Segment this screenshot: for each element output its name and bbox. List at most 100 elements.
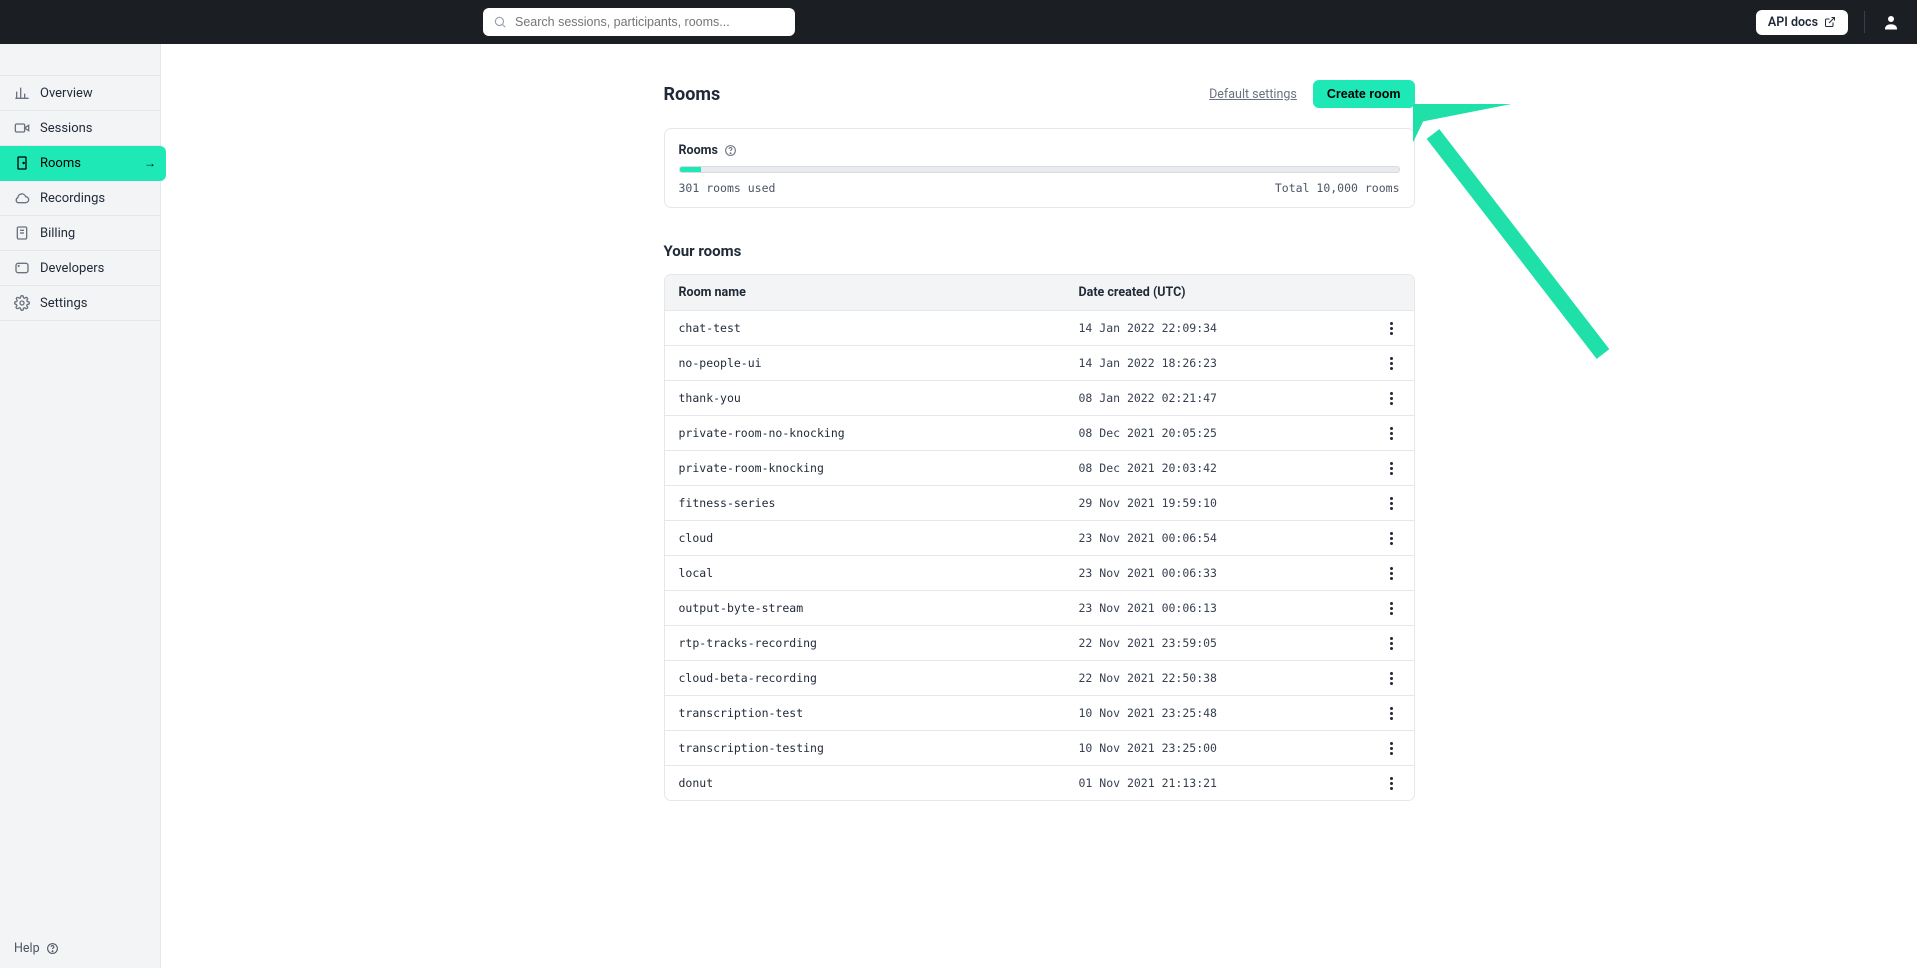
search-input[interactable] — [515, 15, 785, 29]
row-menu-button[interactable] — [1384, 635, 1400, 651]
row-menu-button[interactable] — [1384, 740, 1400, 756]
annotation-arrow-icon — [1413, 104, 1613, 364]
external-link-icon — [1824, 16, 1836, 28]
row-menu-button[interactable] — [1384, 670, 1400, 686]
cloud-icon — [14, 190, 30, 206]
row-menu-button[interactable] — [1384, 530, 1400, 546]
table-row[interactable]: donut 01 Nov 2021 21:13:21 — [665, 766, 1414, 800]
room-name: transcription-test — [679, 706, 1079, 720]
api-docs-button[interactable]: API docs — [1756, 10, 1848, 35]
table-row[interactable]: chat-test 14 Jan 2022 22:09:34 — [665, 311, 1414, 346]
room-name: thank-you — [679, 391, 1079, 405]
room-name: donut — [679, 776, 1079, 790]
topbar-divider — [1864, 11, 1865, 33]
room-name: cloud-beta-recording — [679, 671, 1079, 685]
info-icon[interactable] — [724, 144, 737, 157]
room-date: 08 Dec 2021 20:03:42 — [1079, 461, 1359, 475]
table-row[interactable]: rtp-tracks-recording 22 Nov 2021 23:59:0… — [665, 626, 1414, 661]
sidebar-item-label: Settings — [40, 296, 87, 311]
help-link[interactable]: Help — [0, 929, 160, 968]
create-room-button[interactable]: Create room — [1313, 80, 1415, 108]
help-icon — [46, 942, 59, 955]
default-settings-link[interactable]: Default settings — [1209, 87, 1297, 102]
sidebar-logo-area — [0, 44, 160, 76]
room-date: 22 Nov 2021 23:59:05 — [1079, 636, 1359, 650]
topbar: API docs — [0, 0, 1917, 44]
global-search[interactable] — [483, 8, 795, 36]
account-menu-button[interactable] — [1881, 12, 1901, 32]
sidebar: Overview Sessions Rooms → Recordings Bil… — [0, 44, 161, 968]
room-name: fitness-series — [679, 496, 1079, 510]
arrow-right-icon: → — [144, 156, 156, 170]
table-row[interactable]: thank-you 08 Jan 2022 02:21:47 — [665, 381, 1414, 416]
room-name: no-people-ui — [679, 356, 1079, 370]
sidebar-item-developers[interactable]: Developers — [0, 251, 160, 286]
table-row[interactable]: cloud-beta-recording 22 Nov 2021 22:50:3… — [665, 661, 1414, 696]
row-menu-button[interactable] — [1384, 600, 1400, 616]
room-name: private-room-knocking — [679, 461, 1079, 475]
room-date: 23 Nov 2021 00:06:33 — [1079, 566, 1359, 580]
room-date: 10 Nov 2021 23:25:00 — [1079, 741, 1359, 755]
table-row[interactable]: local 23 Nov 2021 00:06:33 — [665, 556, 1414, 591]
room-name: rtp-tracks-recording — [679, 636, 1079, 650]
row-menu-button[interactable] — [1384, 565, 1400, 581]
room-name: transcription-testing — [679, 741, 1079, 755]
table-row[interactable]: fitness-series 29 Nov 2021 19:59:10 — [665, 486, 1414, 521]
search-icon — [493, 15, 507, 29]
receipt-icon — [14, 225, 30, 241]
row-menu-button[interactable] — [1384, 460, 1400, 476]
help-label: Help — [14, 941, 40, 956]
room-date: 14 Jan 2022 18:26:23 — [1079, 356, 1359, 370]
room-name: private-room-no-knocking — [679, 426, 1079, 440]
table-row[interactable]: private-room-knocking 08 Dec 2021 20:03:… — [665, 451, 1414, 486]
table-row[interactable]: private-room-no-knocking 08 Dec 2021 20:… — [665, 416, 1414, 451]
gear-icon — [14, 295, 30, 311]
usage-total-label: Total 10,000 rooms — [1275, 181, 1400, 195]
room-date: 08 Jan 2022 02:21:47 — [1079, 391, 1359, 405]
sidebar-item-label: Sessions — [40, 121, 93, 136]
row-menu-button[interactable] — [1384, 775, 1400, 791]
sidebar-item-label: Developers — [40, 261, 104, 276]
column-header-date: Date created (UTC) — [1079, 285, 1359, 300]
usage-card-title: Rooms — [679, 143, 718, 158]
sidebar-item-label: Overview — [40, 86, 93, 101]
room-date: 08 Dec 2021 20:05:25 — [1079, 426, 1359, 440]
sidebar-item-sessions[interactable]: Sessions — [0, 111, 160, 146]
user-icon — [1882, 13, 1900, 31]
row-menu-button[interactable] — [1384, 705, 1400, 721]
sidebar-item-label: Recordings — [40, 191, 105, 206]
row-menu-button[interactable] — [1384, 390, 1400, 406]
door-icon — [14, 155, 30, 171]
sidebar-item-label: Rooms — [40, 156, 81, 171]
sidebar-item-overview[interactable]: Overview — [0, 76, 160, 111]
table-row[interactable]: transcription-test 10 Nov 2021 23:25:48 — [665, 696, 1414, 731]
row-menu-button[interactable] — [1384, 495, 1400, 511]
video-icon — [14, 120, 30, 136]
rooms-table: Room name Date created (UTC) chat-test 1… — [664, 274, 1415, 801]
table-row[interactable]: cloud 23 Nov 2021 00:06:54 — [665, 521, 1414, 556]
row-menu-button[interactable] — [1384, 425, 1400, 441]
room-name: chat-test — [679, 321, 1079, 335]
room-date: 23 Nov 2021 00:06:54 — [1079, 531, 1359, 545]
sidebar-item-rooms[interactable]: Rooms → — [0, 146, 166, 181]
row-menu-button[interactable] — [1384, 320, 1400, 336]
table-row[interactable]: no-people-ui 14 Jan 2022 18:26:23 — [665, 346, 1414, 381]
sidebar-item-recordings[interactable]: Recordings — [0, 181, 160, 216]
sidebar-item-settings[interactable]: Settings — [0, 286, 160, 321]
room-name: output-byte-stream — [679, 601, 1079, 615]
sidebar-item-label: Billing — [40, 226, 75, 241]
api-docs-label: API docs — [1768, 15, 1818, 30]
table-row[interactable]: transcription-testing 10 Nov 2021 23:25:… — [665, 731, 1414, 766]
main-content: Rooms Default settings Create room Rooms… — [161, 44, 1917, 968]
room-date: 10 Nov 2021 23:25:48 — [1079, 706, 1359, 720]
sidebar-item-billing[interactable]: Billing — [0, 216, 160, 251]
table-row[interactable]: output-byte-stream 23 Nov 2021 00:06:13 — [665, 591, 1414, 626]
room-name: cloud — [679, 531, 1079, 545]
page-header: Rooms Default settings Create room — [664, 80, 1415, 108]
row-menu-button[interactable] — [1384, 355, 1400, 371]
table-header: Room name Date created (UTC) — [665, 275, 1414, 311]
column-header-name: Room name — [679, 285, 1079, 300]
window-icon — [14, 260, 30, 276]
usage-progress-fill — [680, 167, 702, 172]
room-date: 29 Nov 2021 19:59:10 — [1079, 496, 1359, 510]
